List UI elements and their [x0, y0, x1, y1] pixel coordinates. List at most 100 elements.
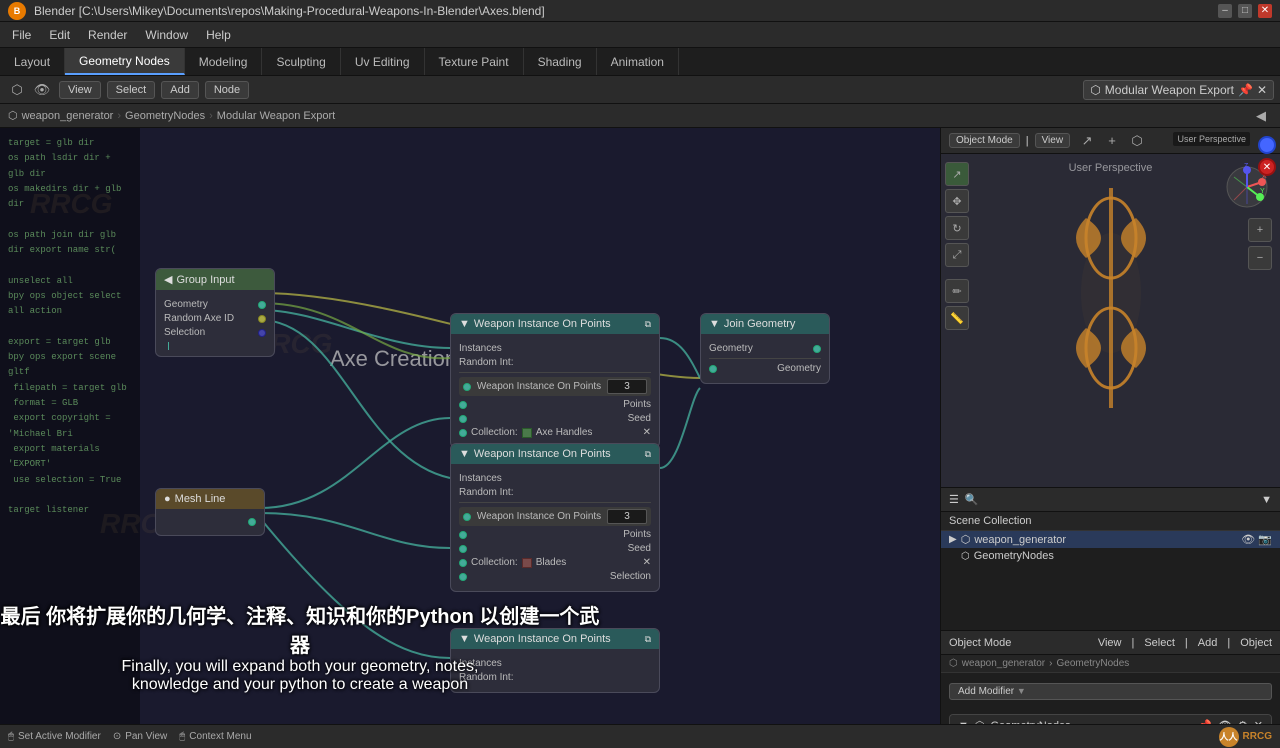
menu-add[interactable]: Add [161, 81, 199, 99]
node-weapon-instance-3[interactable]: ▼ Weapon Instance On Points ⧉ Instances … [450, 628, 660, 693]
minimize-button[interactable]: – [1218, 4, 1232, 18]
tab-modeling[interactable]: Modeling [185, 48, 263, 75]
group-input-selection-socket[interactable] [258, 329, 266, 337]
outliner-item-label-1: weapon_generator [974, 534, 1066, 546]
vp-object-icon[interactable]: ⬡ [1126, 130, 1148, 152]
collapse-panel-icon[interactable]: ◀ [1250, 105, 1272, 127]
node-tree-pin-icon[interactable]: 📌 [1238, 83, 1253, 97]
vp-zoom-in[interactable]: + [1248, 218, 1272, 242]
tab-geometry-nodes[interactable]: Geometry Nodes [65, 48, 185, 75]
win2-coll-socket[interactable] [459, 559, 467, 567]
prop-object-btn[interactable]: Object [1240, 637, 1272, 649]
outliner-filter-icon[interactable]: ▼ [1261, 494, 1272, 506]
menu-help[interactable]: Help [198, 26, 239, 44]
outliner-item-geometry-nodes[interactable]: ⬡ GeometryNodes [941, 548, 1280, 564]
group-input-geometry-socket[interactable] [258, 301, 266, 309]
win2-left-socket[interactable] [463, 513, 471, 521]
tool-select[interactable]: ↗ [945, 162, 969, 186]
group-input-random-socket[interactable] [258, 315, 266, 323]
breadcrumb-item-2[interactable]: GeometryNodes [125, 110, 205, 122]
vp-view-btn[interactable]: View [1035, 133, 1071, 148]
win2-value-input[interactable] [607, 509, 647, 524]
win1-seed-socket[interactable] [459, 415, 467, 423]
win2-selection-socket[interactable] [459, 573, 467, 581]
node-weapon-instance-1[interactable]: ▼ Weapon Instance On Points ⧉ Instances … [450, 313, 660, 448]
menu-view[interactable]: View [59, 81, 101, 99]
node-group-input[interactable]: ◀ Group Input Geometry Random Axe ID Sel… [155, 268, 275, 357]
join-geo-out-socket[interactable] [813, 345, 821, 353]
outliner-item-cam-1[interactable]: 📷 [1258, 534, 1272, 546]
node-mesh-line[interactable]: ● Mesh Line [155, 488, 265, 536]
status-item-3: 🖱 Context Menu [179, 731, 251, 742]
tab-layout[interactable]: Layout [0, 48, 65, 75]
node-weapon-instance-2[interactable]: ▼ Weapon Instance On Points ⧉ Instances … [450, 443, 660, 592]
maximize-button[interactable]: □ [1238, 4, 1252, 18]
tool-measure[interactable]: 📏 [945, 306, 969, 330]
win1-coll-close[interactable]: ✕ [643, 427, 651, 438]
outliner-header: ☰ 🔍 ▼ [941, 488, 1280, 512]
outliner-item-eye-1[interactable]: 👁 [1241, 534, 1255, 546]
prop-view-btn[interactable]: View [1098, 637, 1122, 649]
menu-render[interactable]: Render [80, 26, 135, 44]
tab-uv-editing[interactable]: Uv Editing [341, 48, 425, 75]
win2-coll-close[interactable]: ✕ [643, 557, 651, 568]
join-geo-in-socket[interactable] [709, 365, 717, 373]
tab-animation[interactable]: Animation [597, 48, 679, 75]
node-editor[interactable]: target = glb dir os path lsdir dir + glb… [0, 128, 940, 724]
world-indicator[interactable] [1258, 136, 1276, 154]
props-bc-2[interactable]: GeometryNodes [1056, 658, 1129, 669]
node-group-input-label: Group Input [176, 274, 234, 286]
win1-points-socket[interactable] [459, 401, 467, 409]
win1-value-input[interactable] [607, 379, 647, 394]
menu-edit[interactable]: Edit [41, 26, 78, 44]
tab-sculpting[interactable]: Sculpting [262, 48, 340, 75]
close-button[interactable]: ✕ [1258, 4, 1272, 18]
prop-add-btn[interactable]: Add [1198, 637, 1218, 649]
win1-coll-socket[interactable] [459, 429, 467, 437]
tool-rotate[interactable]: ↻ [945, 216, 969, 240]
mod-expand-icon[interactable]: ▼ [958, 720, 969, 725]
view-icon[interactable]: 👁 [31, 79, 53, 101]
mesh-line-out-socket[interactable] [248, 518, 256, 526]
rrcg-text: RRCG [1243, 731, 1272, 742]
vp-zoom-out[interactable]: − [1248, 246, 1272, 270]
menu-node[interactable]: Node [205, 81, 249, 99]
tool-move[interactable]: ✥ [945, 189, 969, 213]
rrcg-logo-area: 人人 RRCG [1219, 727, 1272, 747]
win1-sub-label: Weapon Instance On Points [477, 381, 601, 392]
main-layout: target = glb dir os path lsdir dir + glb… [0, 128, 1280, 724]
tool-annotate[interactable]: ✏ [945, 279, 969, 303]
menu-file[interactable]: File [4, 26, 39, 44]
win1-instances-label: Instances [459, 343, 502, 354]
menu-window[interactable]: Window [137, 26, 196, 44]
mouse-mid-icon: ⊙ [113, 731, 121, 742]
tool-scale[interactable]: ⤢ [945, 243, 969, 267]
breadcrumb-item-3[interactable]: Modular Weapon Export [217, 110, 335, 122]
prop-select-btn[interactable]: Select [1144, 637, 1175, 649]
outliner-item-icon-mesh: ⬡ [961, 533, 971, 546]
win2-points-socket[interactable] [459, 531, 467, 539]
breadcrumb-item-1[interactable]: weapon_generator [22, 110, 114, 122]
tab-texture-paint[interactable]: Texture Paint [425, 48, 524, 75]
node-editor-icon[interactable]: ⬡ [6, 79, 28, 101]
prop-mode-label[interactable]: Object Mode [949, 637, 1011, 649]
win1-left-socket[interactable] [463, 383, 471, 391]
tab-shading[interactable]: Shading [524, 48, 597, 75]
active-object-indicator[interactable]: ✕ [1258, 158, 1276, 176]
menu-select[interactable]: Select [107, 81, 156, 99]
vp-select-icon[interactable]: ↗ [1076, 130, 1098, 152]
props-bc-1[interactable]: weapon_generator [962, 658, 1045, 669]
add-modifier-button[interactable]: Add Modifier ▼ [949, 683, 1272, 700]
win2-sub-label: Weapon Instance On Points [477, 511, 601, 522]
node-tree-close-icon[interactable]: ✕ [1257, 83, 1267, 97]
properties-panel: Object Mode View | Select | Add | Object… [941, 631, 1280, 724]
node-join-geometry[interactable]: ▼ Join Geometry Geometry Geometry [700, 313, 830, 384]
breadcrumb-icon: ⬡ [8, 109, 18, 122]
win2-seed-socket[interactable] [459, 545, 467, 553]
properties-header: Object Mode View | Select | Add | Object [941, 631, 1280, 655]
outliner-item-weapon-generator[interactable]: ▶ ⬡ weapon_generator 👁 📷 [941, 531, 1280, 548]
win3-random-label: Random Int: [459, 672, 513, 683]
win1-coll-icon [522, 428, 532, 438]
vp-add-icon[interactable]: + [1101, 130, 1123, 152]
vp-mode-btn[interactable]: Object Mode [949, 133, 1020, 148]
